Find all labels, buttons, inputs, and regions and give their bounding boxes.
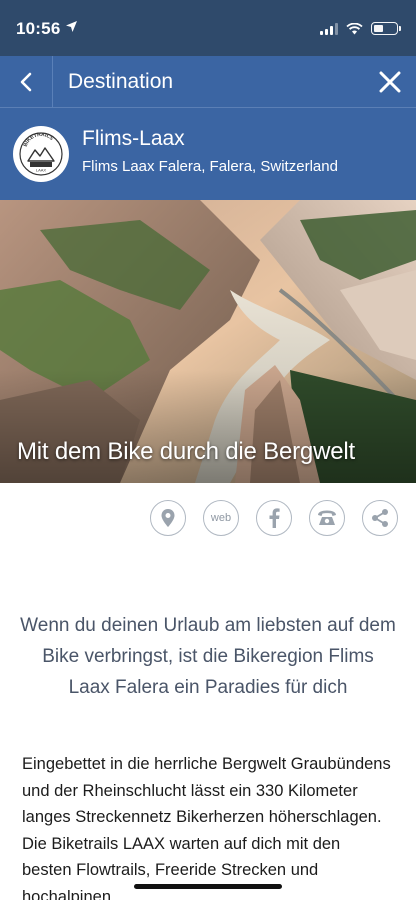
- hero-caption: Mit dem Bike durch die Bergwelt: [17, 438, 355, 465]
- back-button[interactable]: [0, 56, 53, 108]
- destination-header: BIKETRAILS LAAX Flims-Laax Flims Laax Fa…: [0, 108, 416, 200]
- status-bar: 10:56: [0, 0, 416, 56]
- battery-icon: [371, 22, 401, 35]
- share-icon: [372, 509, 388, 527]
- signal-icon: [320, 22, 338, 35]
- svg-text:BIKETRAILS: BIKETRAILS: [23, 132, 55, 148]
- status-indicators: [320, 22, 401, 35]
- phone-button[interactable]: [309, 500, 345, 536]
- facebook-button[interactable]: [256, 500, 292, 536]
- chevron-left-icon: [20, 72, 32, 92]
- wifi-icon: [346, 22, 363, 34]
- close-icon[interactable]: [376, 68, 404, 96]
- share-button[interactable]: [362, 500, 398, 536]
- map-button[interactable]: [150, 500, 186, 536]
- map-pin-icon: [161, 509, 175, 527]
- destination-name: Flims-Laax: [82, 127, 185, 150]
- phone-icon: [318, 510, 336, 525]
- intro-text: Wenn du deinen Urlaub am liebsten auf de…: [20, 615, 396, 698]
- svg-text:LAAX: LAAX: [36, 168, 47, 173]
- destination-location: Flims Laax Falera, Falera, Switzerland: [82, 158, 338, 175]
- destination-logo: BIKETRAILS LAAX: [13, 126, 69, 182]
- body-text: Eingebettet in die herrliche Bergwelt Gr…: [22, 755, 391, 900]
- page-title: Destination: [68, 70, 174, 93]
- website-button[interactable]: web: [203, 500, 239, 536]
- biketrails-logo-icon: BIKETRAILS LAAX: [19, 132, 63, 176]
- status-time: 10:56: [16, 19, 61, 38]
- facebook-icon: [269, 508, 280, 528]
- action-buttons: web: [0, 500, 416, 538]
- nav-bar: Destination: [0, 56, 416, 108]
- web-icon: web: [210, 512, 232, 524]
- home-indicator[interactable]: [134, 884, 282, 889]
- location-arrow-icon: [66, 21, 77, 32]
